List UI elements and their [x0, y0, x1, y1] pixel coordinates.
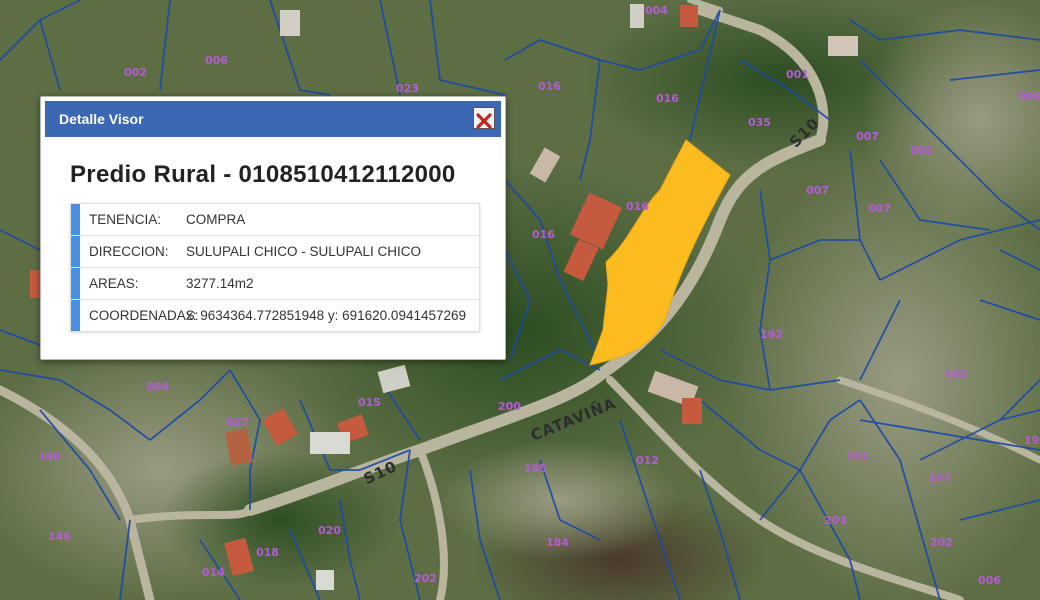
plot-label: 146 — [48, 530, 71, 543]
popup-header: Detalle Visor — [45, 101, 501, 137]
parcel-title: Predio Rural - 0108510412112000 — [70, 161, 456, 188]
info-row-coordenadas: COORDENADAS: x: 9634364.772851948 y: 691… — [71, 300, 479, 331]
plot-label: 006 — [205, 54, 228, 67]
plot-label: 007 — [806, 184, 829, 197]
plot-label: 012 — [636, 454, 659, 467]
plot-label: 035 — [748, 116, 771, 129]
plot-label: 004 — [645, 4, 668, 17]
info-value: COMPRA — [186, 212, 246, 227]
row-marker — [71, 268, 80, 299]
plot-label: 015 — [358, 396, 381, 409]
plot-label: 006 — [978, 574, 1001, 587]
info-value: 3277.14m2 — [186, 276, 254, 291]
plot-label: 193 — [944, 368, 967, 381]
info-label: DIRECCION: — [89, 244, 169, 259]
plot-label: 016 — [532, 228, 555, 241]
plot-label: 197 — [928, 472, 951, 485]
plot-label: 016 — [656, 92, 679, 105]
plot-label: 002 — [910, 144, 933, 157]
row-marker — [71, 204, 80, 235]
detail-popup: Detalle Visor Predio Rural - 01085104121… — [40, 96, 506, 360]
plot-label: 004 — [146, 380, 169, 393]
close-icon — [476, 113, 492, 129]
plot-label: 184 — [546, 536, 569, 549]
info-row-tenencia: TENENCIA: COMPRA — [71, 204, 479, 236]
plot-label: 185 — [524, 462, 547, 475]
info-value: x: 9634364.772851948 y: 691620.094145726… — [186, 308, 467, 323]
plot-label: 007 — [868, 202, 891, 215]
info-value: SULUPALI CHICO - SULUPALI CHICO — [186, 244, 422, 259]
plot-label: 016 — [538, 80, 561, 93]
plot-label: 020 — [318, 524, 341, 537]
info-label: AREAS: — [89, 276, 139, 291]
plot-label: 203 — [824, 514, 847, 527]
plot-label: 007 — [856, 130, 879, 143]
info-row-direccion: DIRECCION: SULUPALI CHICO - SULUPALI CHI… — [71, 236, 479, 268]
plot-label: 201 — [846, 450, 869, 463]
plot-label: 146 — [38, 450, 61, 463]
close-button[interactable] — [473, 107, 495, 129]
plot-label: 018 — [256, 546, 279, 559]
parcel-info-table: TENENCIA: COMPRA DIRECCION: SULUPALI CHI… — [70, 203, 480, 332]
plot-label: 202 — [930, 536, 953, 549]
row-marker — [71, 300, 80, 331]
plot-label: 016 — [626, 200, 649, 213]
popup-header-title: Detalle Visor — [59, 111, 144, 127]
info-label: COORDENADAS: — [89, 308, 199, 323]
plot-label: 014 — [202, 566, 225, 579]
plot-label: 190 — [1024, 434, 1040, 447]
plot-label: 023 — [396, 82, 419, 95]
plot-label: 006 — [1018, 90, 1040, 103]
plot-label: 001 — [786, 68, 809, 81]
info-row-areas: AREAS: 3277.14m2 — [71, 268, 479, 300]
plot-label: 202 — [414, 572, 437, 585]
plot-label: 002 — [124, 66, 147, 79]
row-marker — [71, 236, 80, 267]
info-label: TENENCIA: — [89, 212, 162, 227]
plot-label: 192 — [760, 328, 783, 341]
plot-label: 200 — [498, 400, 521, 413]
plot-label: 027 — [226, 416, 249, 429]
